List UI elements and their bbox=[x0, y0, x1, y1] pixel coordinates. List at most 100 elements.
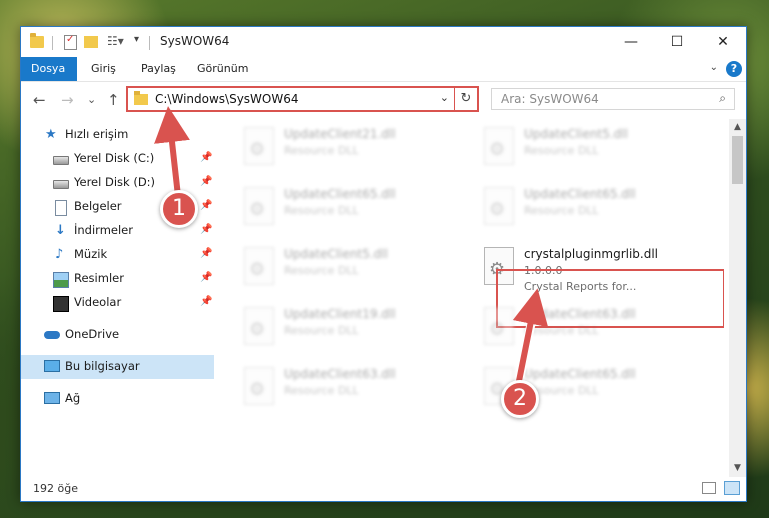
navigation-pane: ★ Hızlı erişim Yerel Disk (C:) 📌 Yerel D… bbox=[21, 119, 214, 475]
tab-view[interactable]: Görünüm bbox=[187, 57, 258, 81]
computer-icon bbox=[44, 360, 60, 372]
file-tile[interactable]: UpdateClient19.dll Resource DLL bbox=[238, 303, 464, 359]
annotation-badge-2: 2 bbox=[501, 380, 539, 418]
tab-share[interactable]: Paylaş bbox=[131, 57, 186, 81]
customize-toolbar-icon[interactable]: ▾ bbox=[134, 34, 139, 50]
scroll-up-icon[interactable]: ▲ bbox=[729, 119, 746, 136]
folder-icon bbox=[30, 33, 44, 48]
tab-home[interactable]: Giriş bbox=[81, 57, 126, 81]
file-name: UpdateClient63.dll bbox=[524, 307, 636, 321]
help-icon[interactable]: ? bbox=[726, 61, 742, 77]
address-bar[interactable]: C:\Windows\SysWOW64 ⌄ ↻ bbox=[126, 86, 479, 112]
sidebar-item-this-pc[interactable]: Bu bilgisayar bbox=[21, 355, 214, 379]
sidebar-item-quick-access[interactable]: ★ Hızlı erişim bbox=[21, 123, 214, 147]
file-name: UpdateClient5.dll bbox=[524, 127, 628, 141]
pin-icon[interactable]: 📌 bbox=[200, 224, 212, 235]
tab-file[interactable]: Dosya bbox=[21, 57, 77, 81]
maximize-button[interactable]: ☐ bbox=[654, 27, 700, 57]
details-view-icon[interactable] bbox=[702, 482, 716, 494]
star-icon: ★ bbox=[45, 127, 57, 142]
dll-file-icon bbox=[484, 187, 514, 225]
sidebar-item-network[interactable]: Ağ bbox=[21, 387, 214, 411]
file-explorer-window: ☷▾ ▾ SysWOW64 — ☐ ✕ Dosya Giriş Paylaş G… bbox=[20, 26, 747, 502]
file-name: UpdateClient65.dll bbox=[524, 367, 636, 381]
folder-icon bbox=[134, 91, 148, 105]
tiles-view-icon[interactable] bbox=[724, 481, 740, 495]
file-tile[interactable]: UpdateClient65.dll Resource DLL bbox=[238, 183, 464, 239]
file-type: Resource DLL bbox=[284, 324, 359, 337]
file-list: UpdateClient21.dll Resource DLL UpdateCl… bbox=[234, 119, 724, 475]
sidebar-item-label: Belgeler bbox=[74, 199, 122, 213]
annotation-badge-1: 1 bbox=[160, 190, 198, 228]
sidebar-item-pictures[interactable]: Resimler 📌 bbox=[21, 267, 214, 291]
file-type: Resource DLL bbox=[284, 144, 359, 157]
close-button[interactable]: ✕ bbox=[700, 27, 746, 57]
search-placeholder: Ara: SysWOW64 bbox=[501, 92, 599, 106]
new-folder-icon[interactable] bbox=[84, 36, 98, 48]
file-name: UpdateClient21.dll bbox=[284, 127, 396, 141]
sidebar-item-onedrive[interactable]: OneDrive bbox=[21, 323, 214, 347]
scroll-down-icon[interactable]: ▼ bbox=[729, 460, 746, 477]
file-type: Resource DLL bbox=[524, 204, 599, 217]
file-name: UpdateClient19.dll bbox=[284, 307, 396, 321]
pin-icon[interactable]: 📌 bbox=[200, 152, 212, 163]
dll-file-icon bbox=[484, 127, 514, 165]
sidebar-item-label: Resimler bbox=[74, 271, 124, 285]
recent-locations-button[interactable]: ⌄ bbox=[87, 93, 96, 106]
music-icon: ♪ bbox=[55, 247, 64, 262]
sidebar-item-label: Ağ bbox=[65, 391, 81, 405]
sidebar-item-videos[interactable]: Videolar 📌 bbox=[21, 291, 214, 315]
pin-icon[interactable]: 📌 bbox=[200, 272, 212, 283]
address-path[interactable]: C:\Windows\SysWOW64 bbox=[155, 92, 299, 106]
navigation-bar: ← → ⌄ ↑ C:\Windows\SysWOW64 ⌄ ↻ Ara: Sys… bbox=[21, 82, 746, 116]
file-name: crystalpluginmgrlib.dll bbox=[524, 247, 659, 261]
file-tile[interactable]: UpdateClient5.dll Resource DLL bbox=[478, 123, 704, 179]
pin-icon[interactable]: 📌 bbox=[200, 200, 212, 211]
file-name: UpdateClient65.dll bbox=[284, 187, 396, 201]
up-button[interactable]: ↑ bbox=[107, 91, 120, 109]
sidebar-item-label: Videolar bbox=[74, 295, 122, 309]
sidebar-item-music[interactable]: ♪ Müzik 📌 bbox=[21, 243, 214, 267]
file-type: Resource DLL bbox=[284, 384, 359, 397]
file-name: UpdateClient5.dll bbox=[284, 247, 388, 261]
file-type: Resource DLL bbox=[284, 204, 359, 217]
forward-button[interactable]: → bbox=[61, 91, 74, 109]
file-tile[interactable]: UpdateClient65.dll Resource DLL bbox=[478, 183, 704, 239]
file-name: UpdateClient63.dll bbox=[284, 367, 396, 381]
item-count: 192 öğe bbox=[33, 482, 78, 495]
properties-icon[interactable] bbox=[64, 34, 77, 50]
file-type: Resource DLL bbox=[284, 264, 359, 277]
vertical-scrollbar[interactable]: ▲ ▼ bbox=[729, 119, 746, 477]
pin-icon[interactable]: 📌 bbox=[200, 176, 212, 187]
search-input[interactable]: Ara: SysWOW64 ⌕ bbox=[491, 88, 735, 110]
view-toggle-icon[interactable]: ☷▾ bbox=[107, 34, 124, 50]
back-button[interactable]: ← bbox=[33, 91, 46, 109]
file-name: UpdateClient65.dll bbox=[524, 187, 636, 201]
downloads-icon: ↓ bbox=[55, 223, 66, 238]
toolbar-divider bbox=[149, 36, 150, 50]
file-tile[interactable]: UpdateClient63.dll Resource DLL bbox=[478, 303, 704, 359]
scrollbar-thumb[interactable] bbox=[732, 136, 743, 184]
drive-icon bbox=[53, 156, 69, 165]
file-tile[interactable]: UpdateClient5.dll Resource DLL bbox=[238, 243, 464, 299]
pin-icon[interactable]: 📌 bbox=[200, 248, 212, 259]
minimize-button[interactable]: — bbox=[608, 27, 654, 57]
file-type: Resource DLL bbox=[524, 144, 599, 157]
dll-file-icon bbox=[244, 187, 274, 225]
network-icon bbox=[44, 392, 60, 404]
sidebar-item-label: İndirmeler bbox=[74, 223, 133, 237]
pin-icon[interactable]: 📌 bbox=[200, 296, 212, 307]
sidebar-item-label: Yerel Disk (C:) bbox=[74, 151, 155, 165]
sidebar-item-label: OneDrive bbox=[65, 327, 120, 341]
toolbar-divider bbox=[52, 36, 53, 50]
chevron-down-icon[interactable]: ⌄ bbox=[710, 62, 718, 73]
drive-icon bbox=[53, 180, 69, 189]
chevron-down-icon[interactable]: ⌄ bbox=[440, 91, 449, 104]
documents-icon bbox=[55, 200, 67, 216]
dll-file-icon bbox=[244, 247, 274, 285]
sidebar-item-local-disk-c[interactable]: Yerel Disk (C:) 📌 bbox=[21, 147, 214, 171]
file-tile[interactable]: UpdateClient63.dll Resource DLL bbox=[238, 363, 464, 419]
dll-file-icon bbox=[244, 127, 274, 165]
file-tile[interactable]: UpdateClient21.dll Resource DLL bbox=[238, 123, 464, 179]
refresh-button[interactable]: ↻ bbox=[454, 88, 477, 110]
